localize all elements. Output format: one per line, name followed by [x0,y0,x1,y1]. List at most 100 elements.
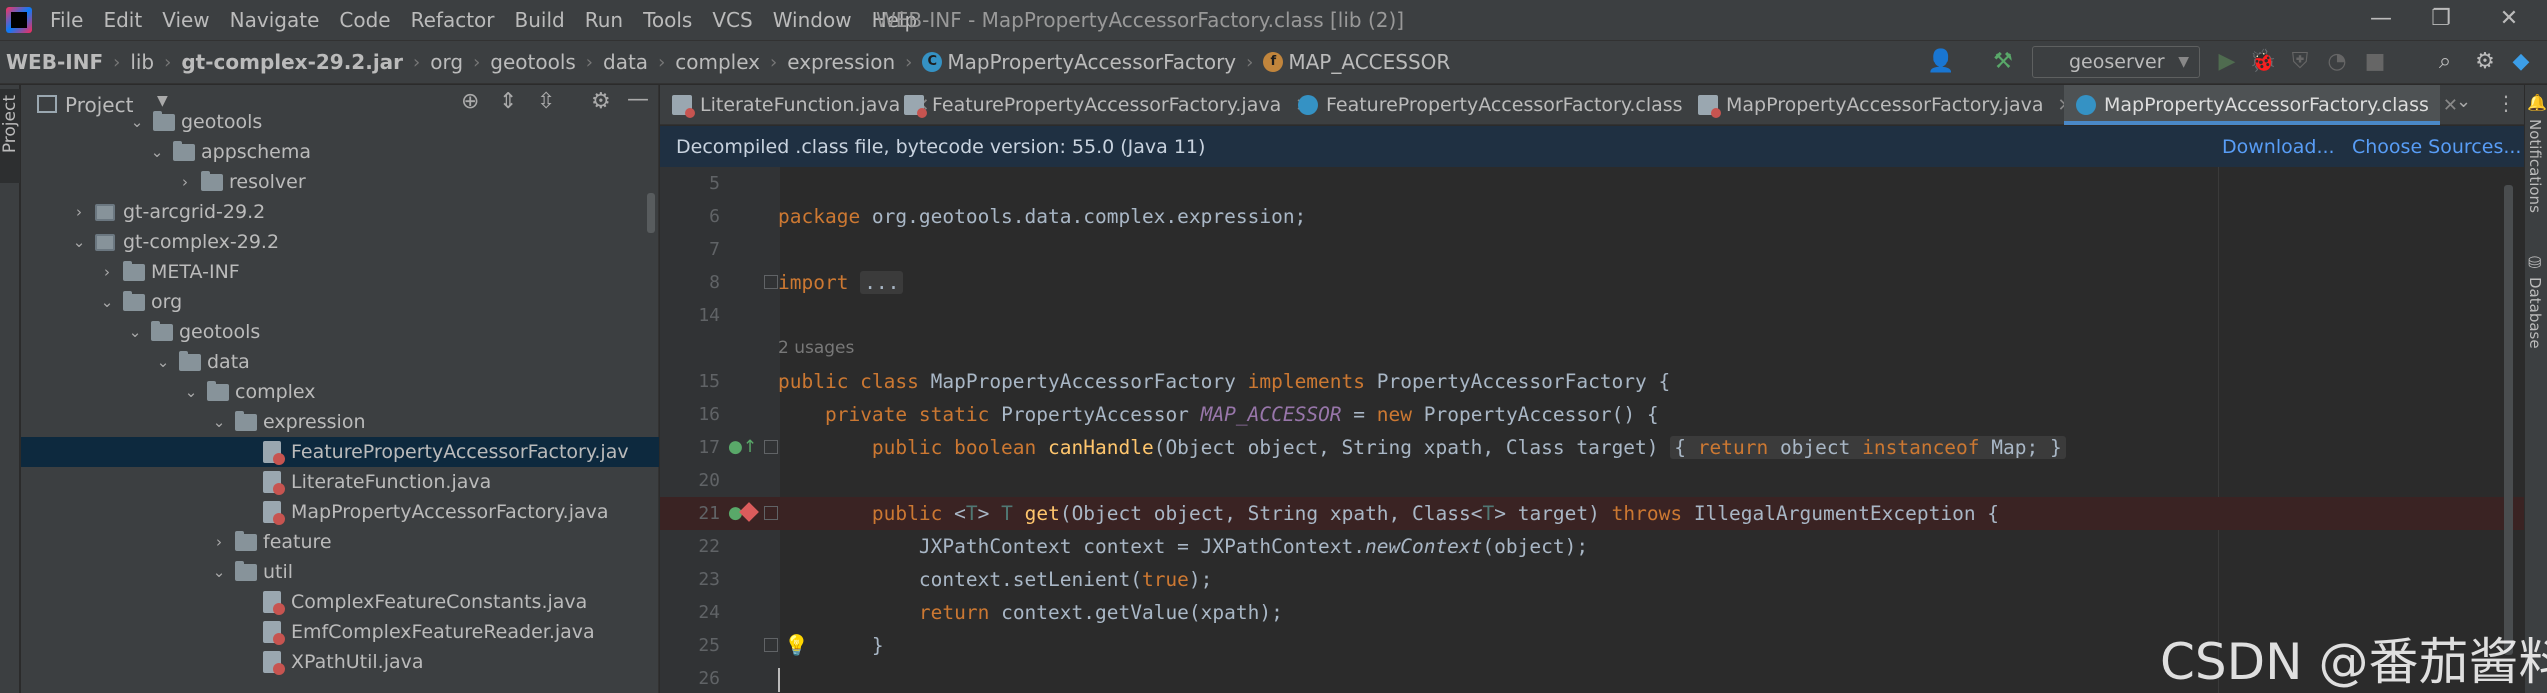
menu-build[interactable]: Build [515,8,565,32]
tab-map-accessor-java[interactable]: MapPropertyAccessorFactory.java✕ [1686,85,2073,125]
fold-toggle-icon[interactable] [764,506,778,520]
jar-icon [95,234,115,251]
menu-navigate[interactable]: Navigate [230,8,320,32]
database-tool-tab[interactable]: Database [2526,277,2544,349]
menu-run[interactable]: Run [585,8,623,32]
scrollbar[interactable] [647,193,655,233]
crumb-org[interactable]: org [430,50,463,74]
crumb-complex[interactable]: complex [675,50,760,74]
tab-feature-accessor-class[interactable]: FeaturePropertyAccessorFactory.class✕ [1286,85,1712,125]
debug-icon[interactable]: 🐞 [2248,47,2278,77]
tree-folder-item[interactable]: ⌄ data [21,347,659,377]
tree-folder-item[interactable]: ⌄ appschema [21,137,659,167]
chevron-down-icon[interactable]: ⌄ [211,557,227,587]
menu-window[interactable]: Window [773,8,852,32]
coverage-icon[interactable]: ⛨ [2285,47,2315,77]
chevron-down-icon[interactable]: ⌄ [183,377,199,407]
editor-scrollbar[interactable] [2504,185,2513,655]
gear-icon[interactable]: ⚙ [2470,47,2500,77]
menu-view[interactable]: View [162,8,209,32]
stop-icon[interactable]: ■ [2360,47,2390,77]
chevron-down-icon[interactable]: ⌄ [127,317,143,347]
user-icon[interactable]: 👤 [1926,47,1956,77]
tab-map-accessor-class[interactable]: MapPropertyAccessorFactory.class ✕ [2064,85,2458,125]
project-tool-tab[interactable]: Project [0,89,20,183]
chevron-down-icon[interactable]: ⌄ [149,137,165,167]
tree-folder-item[interactable]: ⌄ util [21,557,659,587]
tree-folder-item[interactable]: › feature [21,527,659,557]
tree-file-item[interactable]: ComplexFeatureConstants.java [21,587,659,617]
chevron-right-icon[interactable]: › [99,257,115,287]
chevron-right-icon[interactable]: › [211,527,227,557]
implementing-method-icon[interactable]: ●↑ [728,437,757,457]
chevron-right-icon[interactable]: › [177,167,193,197]
crumb-geotools[interactable]: geotools [490,50,576,74]
line-number: 14 [698,305,720,326]
decompiled-banner: Decompiled .class file, bytecode version… [660,126,2524,167]
tree-file-item[interactable]: LiterateFunction.java [21,467,659,497]
code-text: return context.getValue(xpath); [918,601,1283,624]
tab-literate-function-java[interactable]: LiterateFunction.java✕ [660,85,929,125]
tree-folder-item[interactable]: ⌄ complex [21,377,659,407]
database-icon[interactable]: ⛁ [2528,253,2541,272]
tree-folder-item[interactable]: ⌄ expression [21,407,659,437]
tree-file-item[interactable]: FeaturePropertyAccessorFactory.jav [21,437,659,467]
search-icon[interactable]: ⌕ [2430,47,2460,77]
tree-item-label: resolver [229,171,306,193]
menu-code[interactable]: Code [339,8,390,32]
crumb-class[interactable]: MapPropertyAccessorFactory [947,50,1236,74]
tree-folder-item[interactable]: ⌄ gt-complex-29.2 [21,227,659,257]
tree-file-item[interactable]: EmfComplexFeatureReader.java [21,617,659,647]
notifications-icon[interactable]: 🔔 [2527,93,2547,112]
chevron-down-icon[interactable]: ⌄ [129,107,145,137]
crumb-expression[interactable]: expression [787,50,895,74]
crumb-data[interactable]: data [603,50,648,74]
menu-refactor[interactable]: Refactor [411,8,495,32]
chevron-down-icon[interactable]: ⌄ [155,347,171,377]
menu-file[interactable]: File [50,8,83,32]
download-link[interactable]: Download... [2222,136,2335,158]
java-file-icon [263,501,285,525]
crumb-web-inf[interactable]: WEB-INF [6,50,103,74]
restore-icon[interactable]: ❐ [2426,4,2456,34]
menu-vcs[interactable]: VCS [712,8,752,32]
tab-feature-accessor-java[interactable]: FeaturePropertyAccessorFactory.java✕ [892,85,1310,125]
code-line: 17 ●↑ public boolean canHandle(Object ob… [660,431,2524,464]
tree-folder-item[interactable]: › resolver [21,167,659,197]
chevron-right-icon[interactable]: › [71,197,87,227]
menu-edit[interactable]: Edit [103,8,142,32]
menu-tools[interactable]: Tools [643,8,692,32]
crumb-lib[interactable]: lib [130,50,154,74]
crumb-field[interactable]: MAP_ACCESSOR [1288,50,1450,74]
chevron-down-icon[interactable]: ⌄ [99,287,115,317]
chevron-down-icon[interactable]: ⌄ [71,227,87,257]
profile-icon[interactable]: ◔ [2322,47,2352,77]
tree-folder-item[interactable]: ⌄ geotools [21,107,659,137]
code-line: 16 private static PropertyAccessor MAP_A… [660,398,2524,431]
minimize-icon[interactable]: — [2366,4,2396,34]
tree-folder-item[interactable]: ⌄ geotools [21,317,659,347]
chevron-down-icon[interactable]: ⌄ [2456,91,2471,112]
code-text: package org.geotools.data.complex.expres… [778,205,1307,228]
close-window-icon[interactable]: ✕ [2494,4,2524,34]
build-hammer-icon[interactable]: ⚒ [1988,47,2018,77]
more-options-icon[interactable]: ⋮ [2496,91,2516,115]
run-configuration-select[interactable]: geoserver ▼ [2032,46,2200,78]
tree-file-item[interactable]: MapPropertyAccessorFactory.java [21,497,659,527]
crumb-jar[interactable]: gt-complex-29.2.jar [181,50,403,74]
notifications-tool-tab[interactable]: Notifications [2526,119,2544,213]
tree-folder-item[interactable]: › gt-arcgrid-29.2 [21,197,659,227]
fold-toggle-icon[interactable] [764,440,778,454]
tree-file-item[interactable]: XPathUtil.java [21,647,659,677]
java-file-icon [904,95,927,118]
tree-folder-item[interactable]: › META-INF [21,257,659,287]
usages-hint[interactable]: 2 usages [778,332,854,365]
tree-folder-item[interactable]: ⌄ org [21,287,659,317]
fold-toggle-icon[interactable] [764,638,778,652]
folded-imports[interactable]: ... [860,271,904,294]
choose-sources-link[interactable]: Choose Sources... [2352,136,2521,158]
toolbox-icon[interactable]: ◆ [2506,47,2536,77]
fold-toggle-icon[interactable] [764,275,778,289]
run-icon[interactable]: ▶ [2212,47,2242,77]
chevron-down-icon[interactable]: ⌄ [211,407,227,437]
